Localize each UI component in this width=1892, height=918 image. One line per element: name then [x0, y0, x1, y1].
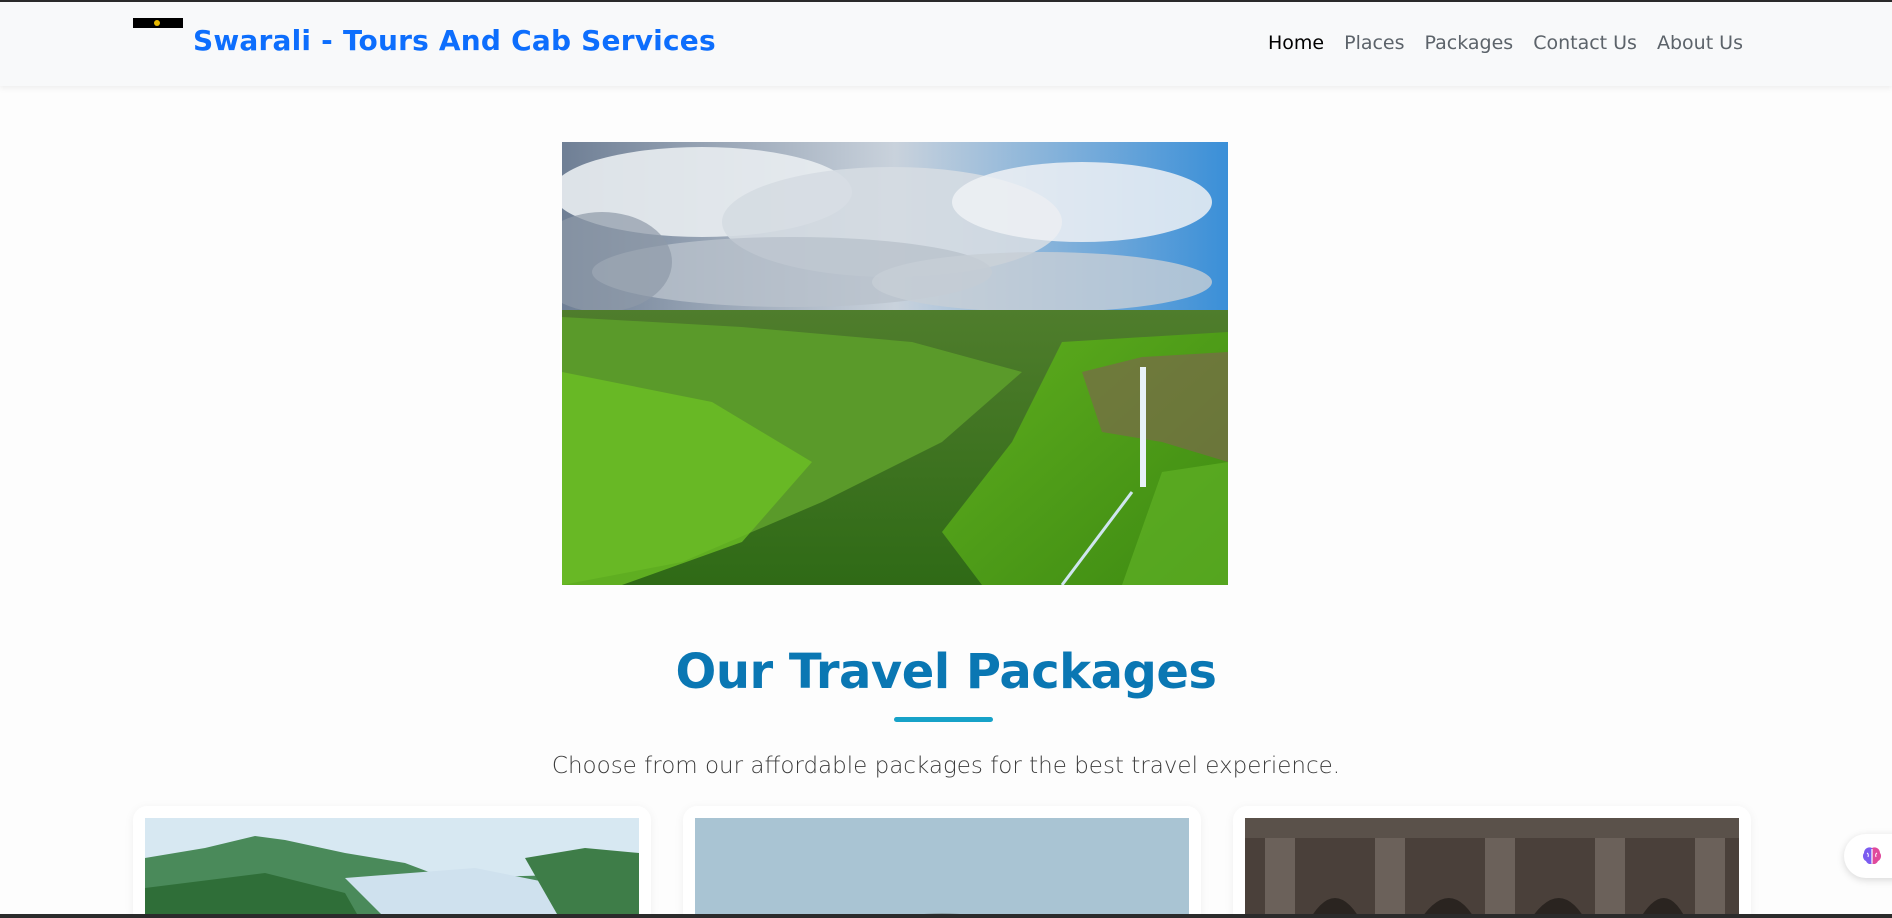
assistant-widget-button[interactable] [1844, 834, 1892, 878]
nav-link-packages[interactable]: Packages [1425, 32, 1514, 54]
section-subtitle: Choose from our affordable packages for … [551, 753, 1341, 779]
nav-link-contact-us[interactable]: Contact Us [1533, 32, 1637, 54]
navbar: Swarali - Tours And Cab Services Home Pl… [0, 2, 1892, 86]
nav-links: Home Places Packages Contact Us About Us [1268, 32, 1743, 54]
package-card[interactable] [1233, 806, 1751, 918]
package-image [1245, 818, 1739, 918]
nav-link-home[interactable]: Home [1268, 32, 1324, 54]
title-underline [894, 717, 993, 722]
hero-image [562, 142, 1228, 585]
brand-logo[interactable] [133, 18, 183, 28]
brand-title[interactable]: Swarali - Tours And Cab Services [193, 24, 716, 57]
brain-icon [1860, 844, 1884, 872]
package-card[interactable] [133, 806, 651, 918]
section-title: Our Travel Packages [675, 644, 1217, 700]
nav-link-about-us[interactable]: About Us [1657, 32, 1743, 54]
window-bottom-border [0, 914, 1892, 918]
package-card[interactable] [683, 806, 1201, 918]
nav-link-places[interactable]: Places [1344, 32, 1404, 54]
package-image [145, 818, 639, 918]
package-image [695, 818, 1189, 918]
